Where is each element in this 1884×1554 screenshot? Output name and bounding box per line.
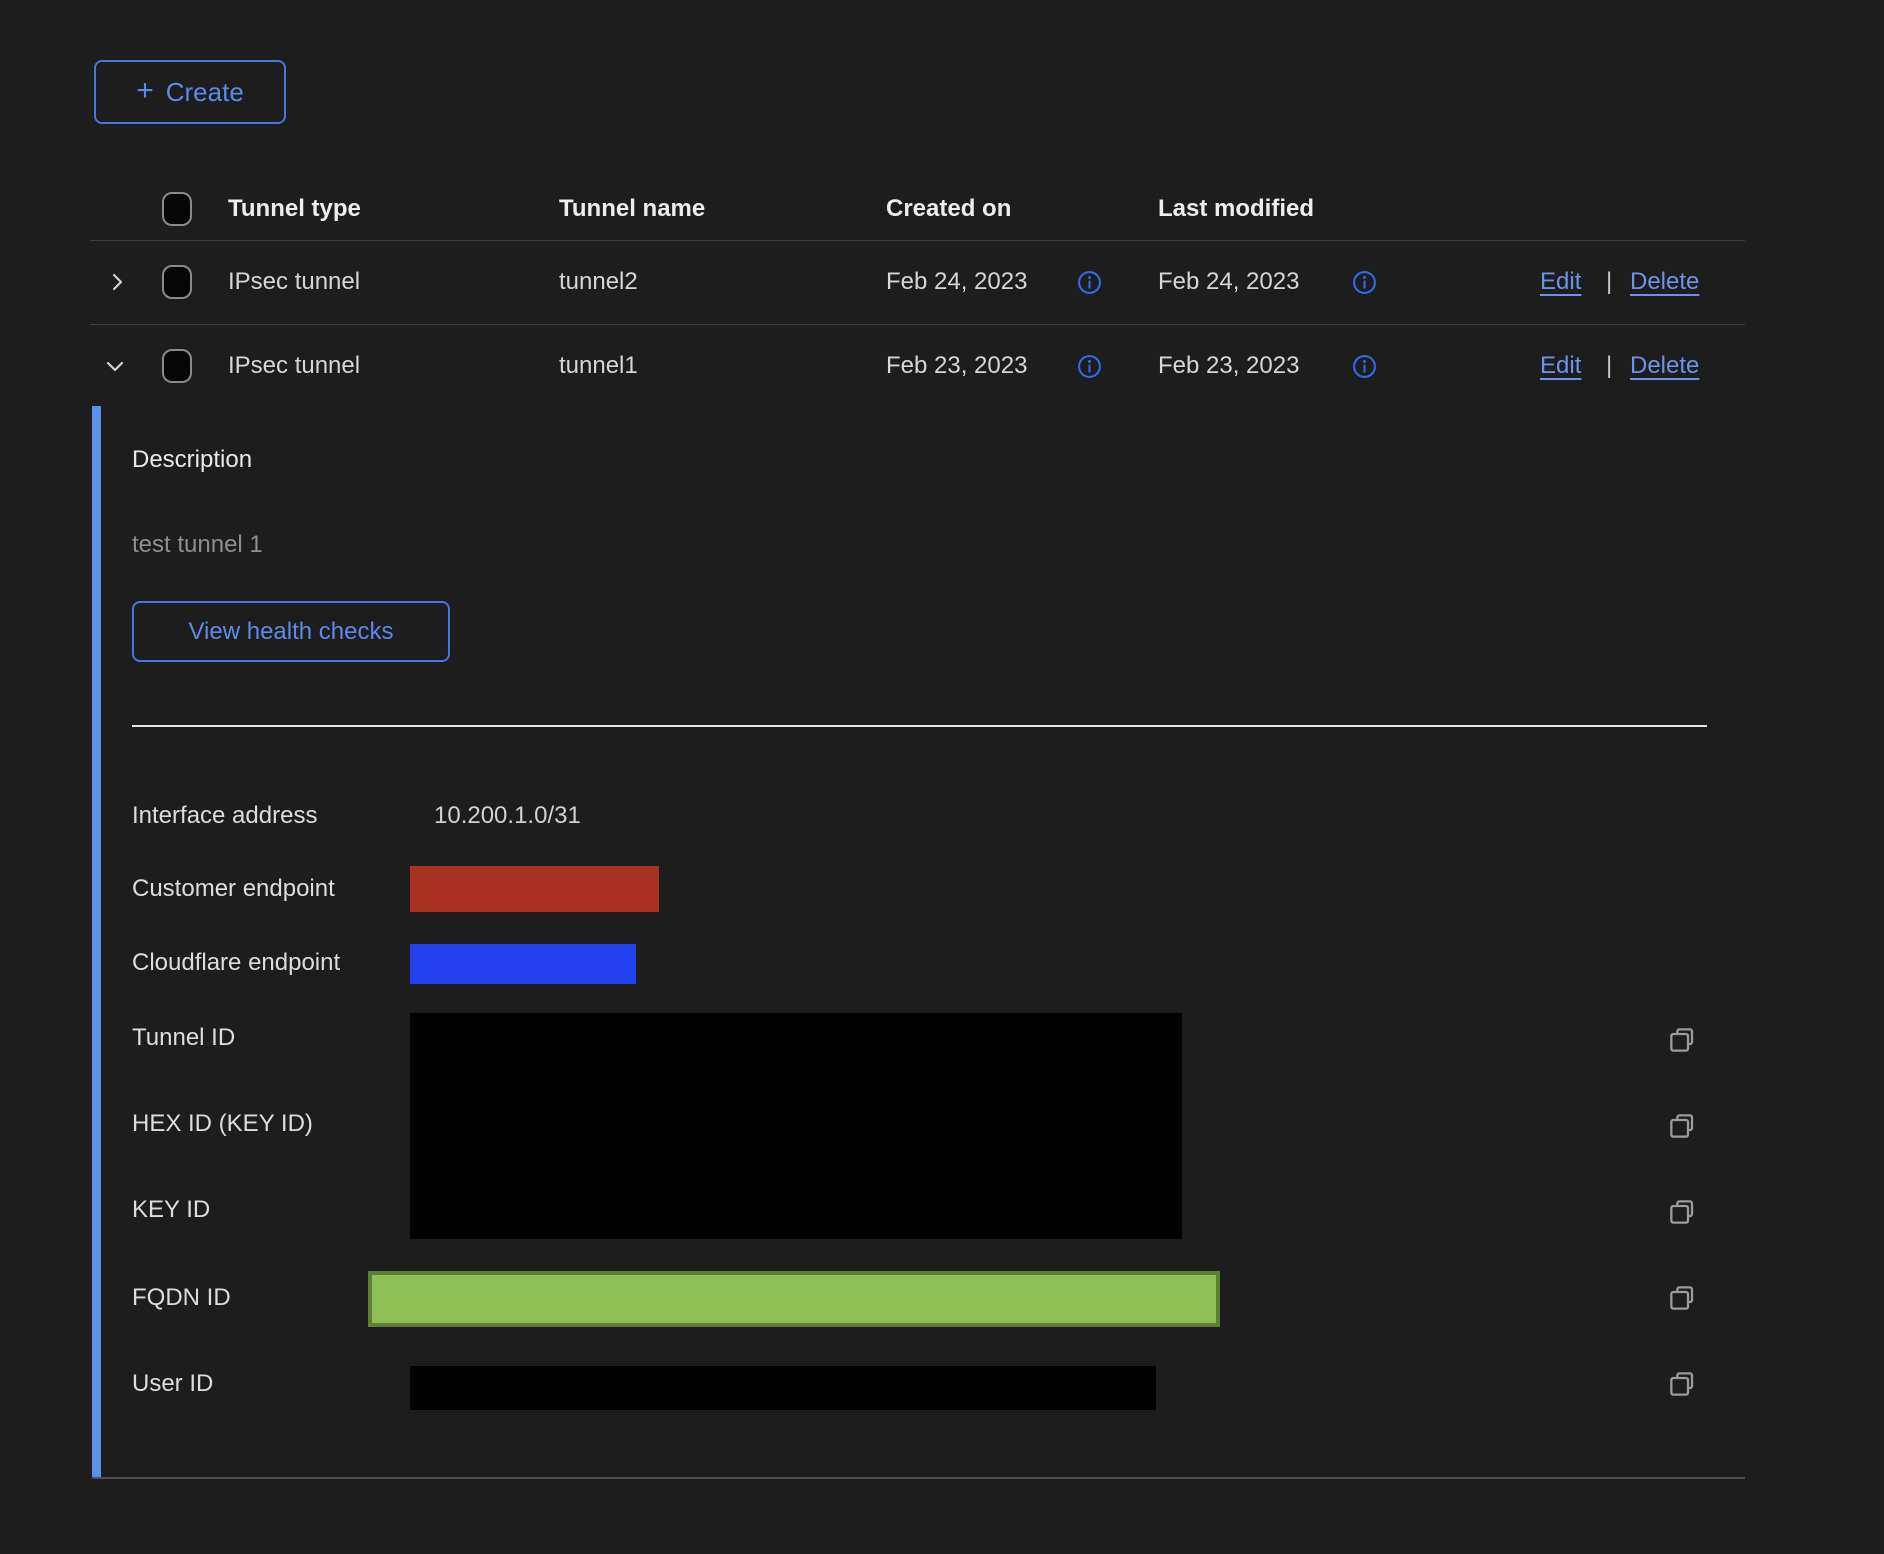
edit-link[interactable]: Edit	[1540, 324, 1581, 408]
table-row: IPsec tunnel tunnel2 Feb 24, 2023 Feb 24…	[0, 240, 1884, 324]
edit-link[interactable]: Edit	[1540, 240, 1581, 324]
copy-hex-id-button[interactable]	[1666, 1110, 1698, 1142]
ids-redacted-value	[410, 1013, 1182, 1239]
delete-link[interactable]: Delete	[1630, 324, 1699, 408]
info-icon[interactable]	[1352, 354, 1377, 379]
create-button[interactable]: + Create	[94, 60, 286, 124]
chevron-right-icon[interactable]	[105, 270, 129, 294]
copy-key-id-button[interactable]	[1666, 1196, 1698, 1228]
interface-address-label: Interface address	[132, 802, 317, 830]
table-row: IPsec tunnel tunnel1 Feb 23, 2023 Feb 23…	[0, 324, 1884, 408]
info-icon[interactable]	[1077, 354, 1102, 379]
interface-address-value: 10.200.1.0/31	[434, 802, 581, 830]
row-checkbox[interactable]	[162, 349, 192, 383]
fqdn-id-label: FQDN ID	[132, 1284, 231, 1312]
user-id-redacted-value	[410, 1366, 1156, 1410]
fqdn-id-redacted-value	[368, 1271, 1220, 1327]
delete-link[interactable]: Delete	[1630, 240, 1699, 324]
copy-fqdn-id-button[interactable]	[1666, 1282, 1698, 1314]
tunnel-type-cell: IPsec tunnel	[228, 240, 360, 324]
plus-icon: +	[136, 76, 154, 106]
expanded-panel-bottom-divider	[92, 1477, 1745, 1479]
description-value: test tunnel 1	[132, 531, 263, 559]
select-all-checkbox[interactable]	[162, 192, 192, 226]
key-id-label: KEY ID	[132, 1196, 210, 1224]
tunnel-name-cell: tunnel2	[559, 240, 638, 324]
cloudflare-endpoint-label: Cloudflare endpoint	[132, 949, 340, 977]
column-header-last-modified: Last modified	[1158, 178, 1314, 240]
description-label: Description	[132, 446, 252, 474]
info-icon[interactable]	[1352, 270, 1377, 295]
customer-endpoint-label: Customer endpoint	[132, 875, 335, 903]
column-header-tunnel-type: Tunnel type	[228, 178, 361, 240]
action-separator: |	[1606, 324, 1612, 408]
tunnels-page: + Create Tunnel type Tunnel name Created…	[0, 0, 1884, 1554]
create-button-label: Create	[166, 77, 244, 108]
row-checkbox[interactable]	[162, 265, 192, 299]
view-health-checks-button[interactable]: View health checks	[132, 601, 450, 662]
customer-endpoint-redacted-value	[410, 866, 659, 912]
copy-tunnel-id-button[interactable]	[1666, 1024, 1698, 1056]
column-header-created-on: Created on	[886, 178, 1011, 240]
user-id-label: User ID	[132, 1370, 213, 1398]
tunnel-name-cell: tunnel1	[559, 324, 638, 408]
created-on-cell: Feb 24, 2023	[886, 240, 1027, 324]
hex-id-label: HEX ID (KEY ID)	[132, 1110, 313, 1138]
last-modified-cell: Feb 23, 2023	[1158, 324, 1299, 408]
action-separator: |	[1606, 240, 1612, 324]
created-on-cell: Feb 23, 2023	[886, 324, 1027, 408]
cloudflare-endpoint-redacted-value	[410, 944, 636, 984]
tunnel-type-cell: IPsec tunnel	[228, 324, 360, 408]
last-modified-cell: Feb 24, 2023	[1158, 240, 1299, 324]
panel-divider	[132, 725, 1707, 727]
tunnel-id-label: Tunnel ID	[132, 1024, 235, 1052]
info-icon[interactable]	[1077, 270, 1102, 295]
copy-user-id-button[interactable]	[1666, 1368, 1698, 1400]
chevron-down-icon[interactable]	[103, 354, 127, 378]
expanded-row-indicator-bar	[92, 406, 101, 1478]
column-header-tunnel-name: Tunnel name	[559, 178, 705, 240]
